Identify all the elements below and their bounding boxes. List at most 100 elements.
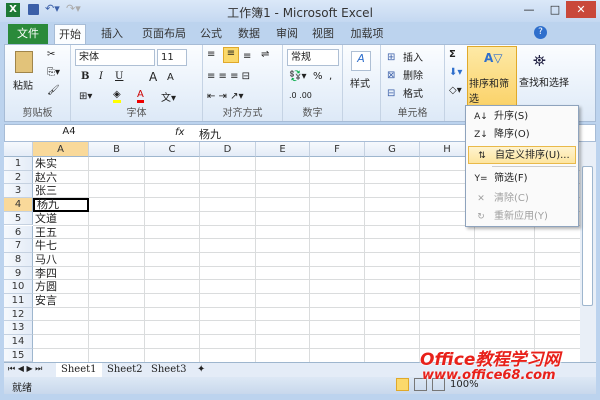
cell-A7[interactable]: 牛七 xyxy=(33,239,89,253)
sheet-nav-icons[interactable]: ⏮ ◀ ▶ ⏭ xyxy=(8,364,42,374)
underline-button[interactable]: U xyxy=(115,71,123,82)
wrap-text-icon[interactable]: ⇌ xyxy=(261,49,269,60)
tab-view[interactable]: 视图 xyxy=(308,24,338,44)
cell-A8[interactable]: 马八 xyxy=(33,253,89,267)
tab-review[interactable]: 审阅 xyxy=(272,24,302,44)
clear-icon[interactable]: ◇▾ xyxy=(449,85,462,96)
cell-A3[interactable]: 张三 xyxy=(33,184,89,198)
align-top-icon[interactable]: ≡ xyxy=(207,49,215,60)
formula-input[interactable]: 杨九 xyxy=(199,126,221,142)
row-header-5[interactable]: 5 xyxy=(4,211,33,226)
column-header-E[interactable]: E xyxy=(256,142,310,157)
delete-button[interactable]: 删除 xyxy=(403,67,423,82)
row-header-7[interactable]: 7 xyxy=(4,239,33,253)
menu-item-4[interactable]: ✕ 清除(C) xyxy=(468,190,576,208)
format-button[interactable]: 格式 xyxy=(403,85,423,100)
cell-A10[interactable]: 方圆 xyxy=(33,280,89,294)
cell-A1[interactable]: 朱实 xyxy=(33,157,89,171)
comma-button[interactable]: , xyxy=(329,71,332,82)
sheet-tab-3[interactable]: Sheet3 xyxy=(146,363,192,377)
row-header-13[interactable]: 13 xyxy=(4,321,33,336)
number-format-select[interactable]: 常规 xyxy=(287,49,339,66)
sort-filter-button[interactable]: A▽ 排序和筛选 xyxy=(467,46,517,106)
paste-icon[interactable] xyxy=(15,51,33,73)
menu-item-1[interactable]: Z↓ 降序(O) xyxy=(468,126,576,144)
cell-A5[interactable]: 文道 xyxy=(33,212,89,226)
minimize-button[interactable]: — xyxy=(516,1,542,18)
normal-view-icon[interactable] xyxy=(396,378,409,391)
fill-color-icon[interactable]: ◈ xyxy=(113,89,121,103)
row-header-14[interactable]: 14 xyxy=(4,335,33,349)
menu-item-0[interactable]: A↓ 升序(S) xyxy=(468,108,576,126)
grow-font-button[interactable]: A xyxy=(149,70,157,84)
column-header-B[interactable]: B xyxy=(89,142,145,157)
row-header-4[interactable]: 4 xyxy=(4,198,33,212)
menu-item-2[interactable]: ⇅ 自定义排序(U)... xyxy=(468,146,576,164)
help-icon[interactable]: ? xyxy=(534,26,547,39)
find-select-button[interactable]: 查找和选择 xyxy=(519,74,569,89)
close-button[interactable]: ✕ xyxy=(566,1,596,18)
cell-A9[interactable]: 李四 xyxy=(33,267,89,281)
row-header-11[interactable]: 11 xyxy=(4,294,33,308)
format-painter-icon[interactable]: 🖌 xyxy=(47,85,60,96)
cell-A2[interactable]: 赵六 xyxy=(33,171,89,185)
percent-button[interactable]: % xyxy=(313,71,323,82)
fx-button[interactable]: fx xyxy=(175,127,184,138)
copy-icon[interactable]: ⎘▾ xyxy=(47,67,60,78)
column-header-A[interactable]: A xyxy=(33,142,89,157)
row-header-1[interactable]: 1 xyxy=(4,157,33,171)
column-header-F[interactable]: F xyxy=(310,142,365,157)
row-header-12[interactable]: 12 xyxy=(4,307,33,322)
font-name-select[interactable]: 宋体 xyxy=(75,49,155,66)
tab-page-layout[interactable]: 页面布局 xyxy=(136,24,192,44)
vertical-scrollbar[interactable] xyxy=(580,142,596,362)
align-middle-icon[interactable]: ≡ xyxy=(223,47,239,63)
row-header-6[interactable]: 6 xyxy=(4,225,33,240)
font-size-select[interactable]: 11 xyxy=(157,49,187,66)
name-box[interactable]: A4 xyxy=(9,126,129,137)
phonetic-icon[interactable]: 文▾ xyxy=(161,89,176,104)
row-header-2[interactable]: 2 xyxy=(4,170,33,185)
tab-file[interactable]: 文件 xyxy=(8,24,48,44)
styles-button[interactable]: 样式 xyxy=(350,75,370,90)
cell-A11[interactable]: 安言 xyxy=(33,294,89,308)
sheet-tab-2[interactable]: Sheet2 xyxy=(102,363,148,377)
row-header-9[interactable]: 9 xyxy=(4,266,33,281)
row-header-15[interactable]: 15 xyxy=(4,348,33,362)
column-header-D[interactable]: D xyxy=(200,142,256,157)
select-all-corner[interactable] xyxy=(4,142,33,157)
cell-A6[interactable]: 王五 xyxy=(33,226,89,240)
insert-sheet-icon[interactable]: ✦ xyxy=(192,363,210,377)
column-header-G[interactable]: G xyxy=(365,142,420,157)
currency-icon[interactable]: 💱▾ xyxy=(289,71,306,82)
bold-button[interactable]: B xyxy=(81,71,89,82)
borders-icon[interactable]: ⊞▾ xyxy=(79,91,92,102)
align-bottom-icon[interactable]: ≡ xyxy=(243,51,251,62)
tab-home[interactable]: 开始 xyxy=(54,24,86,44)
tab-data[interactable]: 数据 xyxy=(234,24,264,44)
scroll-thumb[interactable] xyxy=(582,166,593,306)
align-left-icon[interactable]: ≡ ≡ ≡ ⊟ xyxy=(207,71,250,82)
menu-item-5[interactable]: ↻ 重新应用(Y) xyxy=(468,208,576,226)
fill-icon[interactable]: ⬇▾ xyxy=(449,67,462,78)
tab-formulas[interactable]: 公式 xyxy=(196,24,226,44)
cell-A4[interactable]: 杨九 xyxy=(33,198,89,212)
font-color-button[interactable]: A xyxy=(137,89,144,103)
paste-button[interactable]: 粘贴 xyxy=(13,77,33,92)
sheet-tab-1[interactable]: Sheet1 xyxy=(56,363,102,377)
indent-icon[interactable]: ⇤ ⇥ ↗▾ xyxy=(207,91,244,102)
row-header-10[interactable]: 10 xyxy=(4,280,33,294)
italic-button[interactable]: I xyxy=(99,71,103,82)
styles-icon[interactable]: A xyxy=(351,51,371,71)
decimal-icon[interactable]: .0 .00 xyxy=(289,91,312,100)
row-header-8[interactable]: 8 xyxy=(4,252,33,267)
maximize-button[interactable]: □ xyxy=(542,1,568,18)
menu-item-3[interactable]: Y= 筛选(F) xyxy=(468,170,576,188)
insert-button[interactable]: 插入 xyxy=(403,49,423,64)
row-header-3[interactable]: 3 xyxy=(4,184,33,199)
tab-insert[interactable]: 插入 xyxy=(92,24,132,44)
autosum-button[interactable]: Σ xyxy=(449,49,456,60)
column-header-C[interactable]: C xyxy=(145,142,200,157)
shrink-font-button[interactable]: A xyxy=(167,72,174,83)
tab-addins[interactable]: 加载项 xyxy=(346,24,388,44)
